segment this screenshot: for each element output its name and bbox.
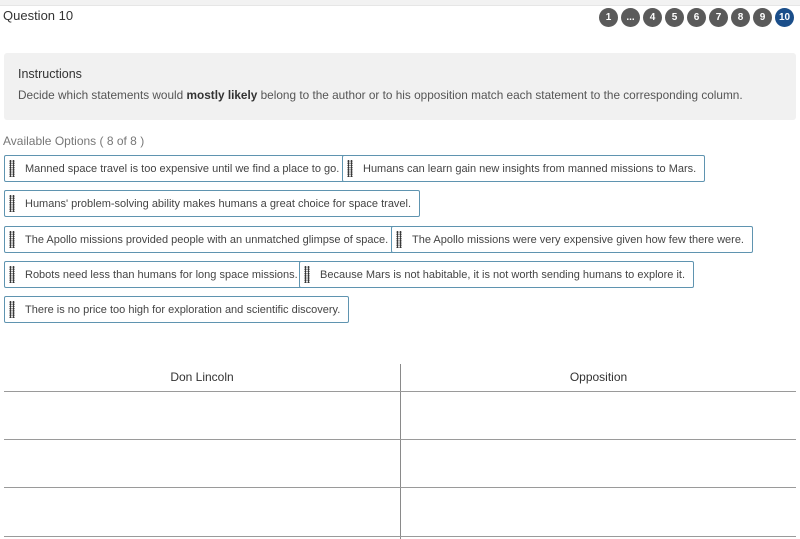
- pager-button-ellipsis[interactable]: ...: [621, 8, 640, 27]
- column-header-opposition: Opposition: [569, 370, 628, 384]
- drag-handle-icon[interactable]: [347, 160, 353, 177]
- pager-button-6[interactable]: 6: [687, 8, 706, 27]
- option-chip[interactable]: Manned space travel is too expensive unt…: [4, 155, 349, 182]
- option-text: Because Mars is not habitable, it is not…: [320, 268, 686, 281]
- option-text: Robots need less than humans for long sp…: [25, 268, 298, 281]
- option-chip[interactable]: Humans' problem-solving ability makes hu…: [4, 190, 421, 217]
- drop-row-divider: [4, 536, 796, 537]
- option-chip[interactable]: Because Mars is not habitable, it is not…: [299, 261, 695, 288]
- question-pager: 1 ... 4 5 6 7 8 9 10: [599, 8, 794, 27]
- drag-handle-icon[interactable]: [396, 231, 402, 248]
- drag-handle-icon[interactable]: [9, 195, 15, 212]
- question-title: Question 10: [3, 8, 74, 23]
- instructions-text: Decide which statements would mostly lik…: [18, 88, 782, 102]
- instructions-title: Instructions: [18, 67, 82, 81]
- pager-button-8[interactable]: 8: [731, 8, 750, 27]
- instructions-text-end: belong to the author or to his oppositio…: [257, 88, 743, 102]
- drag-handle-icon[interactable]: [9, 231, 15, 248]
- available-options-label: Available Options ( 8 of 8 ): [3, 134, 145, 148]
- drop-row-divider: [4, 487, 796, 488]
- pager-button-7[interactable]: 7: [709, 8, 728, 27]
- instructions-text-emphasis: mostly likely: [186, 88, 258, 102]
- option-text: The Apollo missions were very expensive …: [412, 233, 744, 246]
- pager-button-9[interactable]: 9: [753, 8, 772, 27]
- option-chip[interactable]: Robots need less than humans for long sp…: [4, 261, 307, 288]
- option-text: Humans' problem-solving ability makes hu…: [25, 197, 412, 210]
- drop-row-divider: [4, 439, 796, 440]
- pager-button-1[interactable]: 1: [599, 8, 618, 27]
- option-text: There is no price too high for explorati…: [25, 303, 341, 316]
- drag-handle-icon[interactable]: [9, 160, 15, 177]
- option-chip[interactable]: Humans can learn gain new insights from …: [342, 155, 706, 182]
- pager-button-5[interactable]: 5: [665, 8, 684, 27]
- pager-button-4[interactable]: 4: [643, 8, 662, 27]
- instructions-panel: Instructions Decide which statements wou…: [4, 53, 796, 120]
- option-chip[interactable]: The Apollo missions provided people with…: [4, 226, 398, 253]
- instructions-text-start: Decide which statements would: [18, 88, 187, 102]
- option-chip[interactable]: The Apollo missions were very expensive …: [391, 226, 753, 253]
- drag-handle-icon[interactable]: [9, 266, 15, 283]
- option-text: Humans can learn gain new insights from …: [363, 162, 697, 175]
- drag-handle-icon[interactable]: [304, 266, 310, 283]
- option-chip[interactable]: There is no price too high for explorati…: [4, 296, 350, 323]
- header-divider: [4, 391, 796, 392]
- option-text: The Apollo missions provided people with…: [25, 233, 389, 246]
- drag-handle-icon[interactable]: [9, 301, 15, 318]
- top-bar: [0, 0, 800, 6]
- pager-button-10-current[interactable]: 10: [775, 8, 794, 27]
- option-text: Manned space travel is too expensive unt…: [25, 162, 340, 175]
- column-header-don-lincoln: Don Lincoln: [170, 370, 234, 384]
